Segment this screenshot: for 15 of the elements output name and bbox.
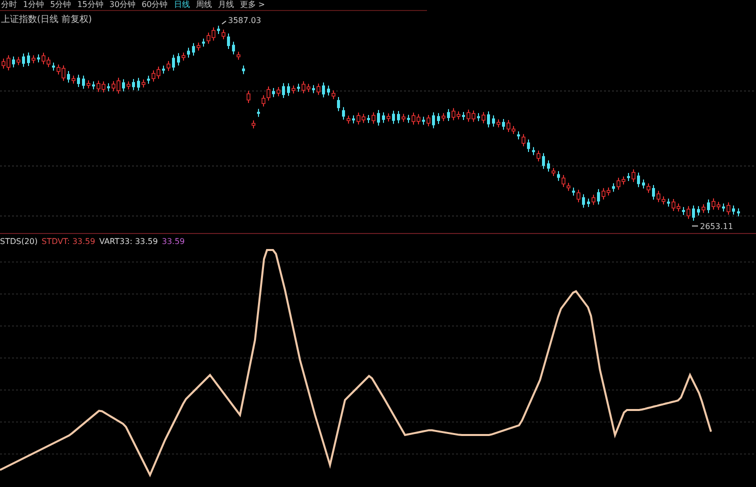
period-tab[interactable]: 分时	[1, 0, 17, 10]
period-tab[interactable]: 周线	[196, 0, 212, 10]
indicator-legend: 33.59	[162, 237, 185, 246]
period-tab[interactable]: 日线	[174, 0, 190, 10]
indicator-legend: STDVT: 33.59	[42, 237, 96, 246]
chart-title: 上证指数(日线 前复权)	[1, 14, 92, 26]
period-tab[interactable]: 1分钟	[23, 0, 44, 10]
period-tab[interactable]: 15分钟	[77, 0, 104, 10]
indicator-legend: VART33: 33.59	[99, 237, 158, 246]
period-tab[interactable]: 60分钟	[142, 0, 168, 10]
period-tab[interactable]: 5分钟	[50, 0, 72, 10]
period-tab[interactable]: 月线	[218, 0, 234, 10]
period-tab[interactable]: 更多 >	[240, 0, 265, 10]
indicator-legend: STDS(20)	[0, 237, 38, 246]
period-tab[interactable]: 30分钟	[109, 0, 136, 10]
